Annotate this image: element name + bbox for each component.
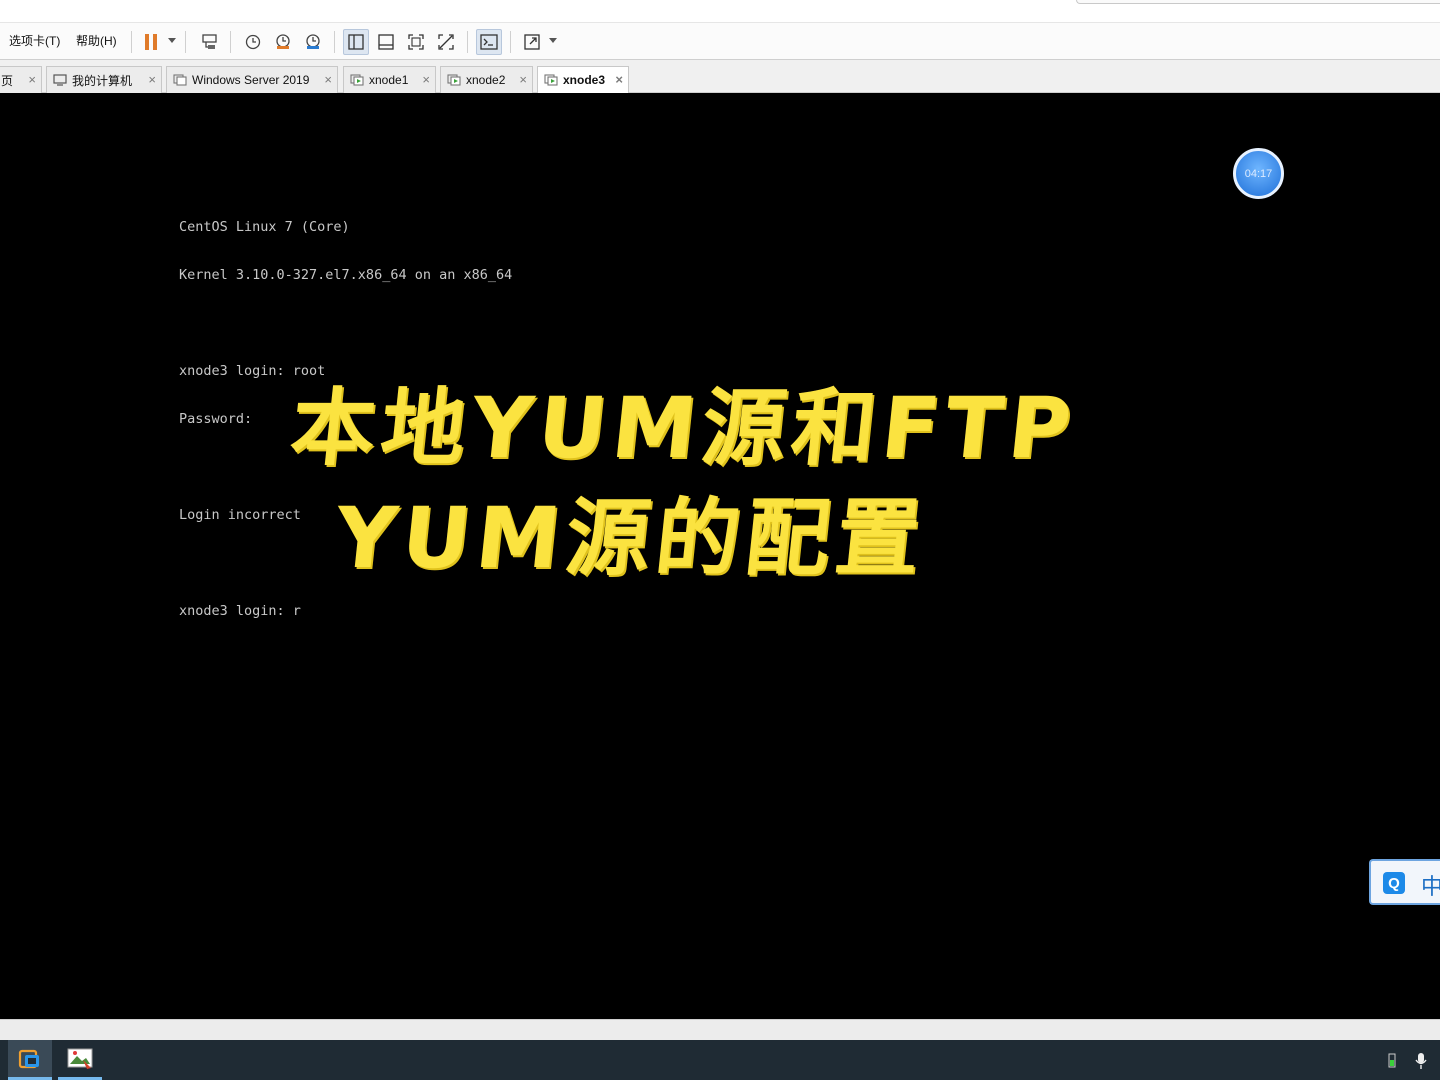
- unity-off-icon: [438, 34, 454, 50]
- menu-help[interactable]: 帮助(H): [76, 32, 117, 49]
- ime-mode-indicator[interactable]: 中: [1421, 869, 1440, 901]
- title-strip: [0, 0, 1440, 22]
- running-vm-icon: [544, 74, 558, 86]
- toolbar-separator: [185, 31, 186, 53]
- overlay-title-line2: YUM源的配置: [330, 489, 932, 587]
- floating-clock-widget[interactable]: 04:17: [1233, 148, 1284, 199]
- tab-label: Windows Server 2019: [192, 73, 310, 87]
- pause-dropdown-arrow[interactable]: [168, 38, 176, 43]
- tab-label: xnode1: [369, 73, 409, 87]
- show-library-button[interactable]: [343, 29, 369, 55]
- show-thumbnail-bar-button[interactable]: [373, 29, 399, 55]
- sidebar-layout-icon: [348, 34, 364, 50]
- terminal-icon: [480, 34, 498, 50]
- toolbar-separator: [467, 31, 468, 53]
- taskbar-screen-capture[interactable]: [58, 1040, 102, 1080]
- tab-xnode1[interactable]: xnode1 ×: [343, 66, 436, 93]
- terminal-line: xnode3 login: r: [179, 603, 301, 619]
- tab-label: 页: [1, 73, 14, 88]
- battery-icon[interactable]: [1387, 1052, 1397, 1068]
- vmware-icon: [18, 1049, 39, 1068]
- tab-label: xnode3: [563, 73, 606, 87]
- tab-xnode3[interactable]: xnode3 ×: [537, 66, 629, 93]
- running-vm-icon: [447, 74, 461, 86]
- close-icon[interactable]: ×: [28, 73, 36, 86]
- fullscreen-icon: [408, 34, 424, 50]
- tab-xnode2[interactable]: xnode2 ×: [440, 66, 533, 93]
- terminal-line: Kernel 3.10.0-327.el7.x86_64 on an x86_6…: [179, 267, 513, 283]
- taskbar-vmware[interactable]: [8, 1040, 52, 1080]
- vmware-window: 选项卡(T) 帮助(H) 页 × 我的计算机 × Windows Server …: [0, 0, 1440, 1080]
- image-editor-icon: [67, 1048, 93, 1069]
- toolbar-separator: [230, 31, 231, 53]
- stretch-guest-button[interactable]: [519, 29, 545, 55]
- snapshot-manager-icon: [306, 34, 320, 49]
- status-bar: [0, 1019, 1440, 1040]
- running-vm-icon: [350, 74, 364, 86]
- microphone-icon[interactable]: [1414, 1052, 1428, 1070]
- unity-button[interactable]: [433, 29, 459, 55]
- close-icon[interactable]: ×: [519, 73, 527, 86]
- revert-snapshot-button[interactable]: [270, 29, 296, 55]
- tab-my-computer[interactable]: 我的计算机 ×: [46, 66, 162, 93]
- toolbar-separator: [510, 31, 511, 53]
- network-send-icon: [202, 34, 217, 49]
- close-icon[interactable]: ×: [615, 73, 623, 86]
- close-icon[interactable]: ×: [422, 73, 430, 86]
- tab-home[interactable]: 页 ×: [0, 66, 42, 93]
- overlay-title-line1: 本地YUM源和FTP: [286, 379, 1082, 477]
- tab-label: 我的计算机: [72, 73, 133, 88]
- pause-icon: [145, 34, 157, 50]
- revert-clock-icon: [276, 34, 290, 49]
- toolbar-separator: [131, 31, 132, 53]
- stretch-dropdown-arrow[interactable]: [549, 38, 557, 43]
- terminal-line: CentOS Linux 7 (Core): [179, 219, 350, 235]
- close-icon[interactable]: ×: [148, 73, 156, 86]
- pause-button[interactable]: [138, 29, 164, 55]
- snapshot-button[interactable]: [240, 29, 266, 55]
- full-screen-button[interactable]: [403, 29, 429, 55]
- taskbar: [0, 1040, 1440, 1080]
- toolbar-separator: [334, 31, 335, 53]
- vm-tab-bar: 页 × 我的计算机 × Windows Server 2019 × xnode1…: [0, 60, 1440, 93]
- ime-logo-icon: Q: [1383, 872, 1405, 894]
- window-corner: [1076, 0, 1440, 4]
- menu-tabs[interactable]: 选项卡(T): [9, 32, 60, 49]
- send-ctrl-alt-del-button[interactable]: [197, 29, 223, 55]
- bottom-panel-icon: [378, 34, 394, 50]
- clock-snapshot-icon: [245, 34, 261, 50]
- toolbar: 选项卡(T) 帮助(H): [0, 22, 1440, 60]
- monitor-icon: [53, 74, 67, 86]
- tab-windows-server-2019[interactable]: Windows Server 2019 ×: [166, 66, 338, 93]
- ime-toolbar[interactable]: Q 中: [1369, 859, 1440, 905]
- close-icon[interactable]: ×: [324, 73, 332, 86]
- tab-label: xnode2: [466, 73, 506, 87]
- vm-icon: [173, 74, 187, 86]
- console-view-button[interactable]: [476, 29, 502, 55]
- expand-arrow-icon: [524, 34, 540, 50]
- vm-console[interactable]: CentOS Linux 7 (Core) Kernel 3.10.0-327.…: [0, 93, 1440, 1019]
- snapshot-manager-button[interactable]: [300, 29, 326, 55]
